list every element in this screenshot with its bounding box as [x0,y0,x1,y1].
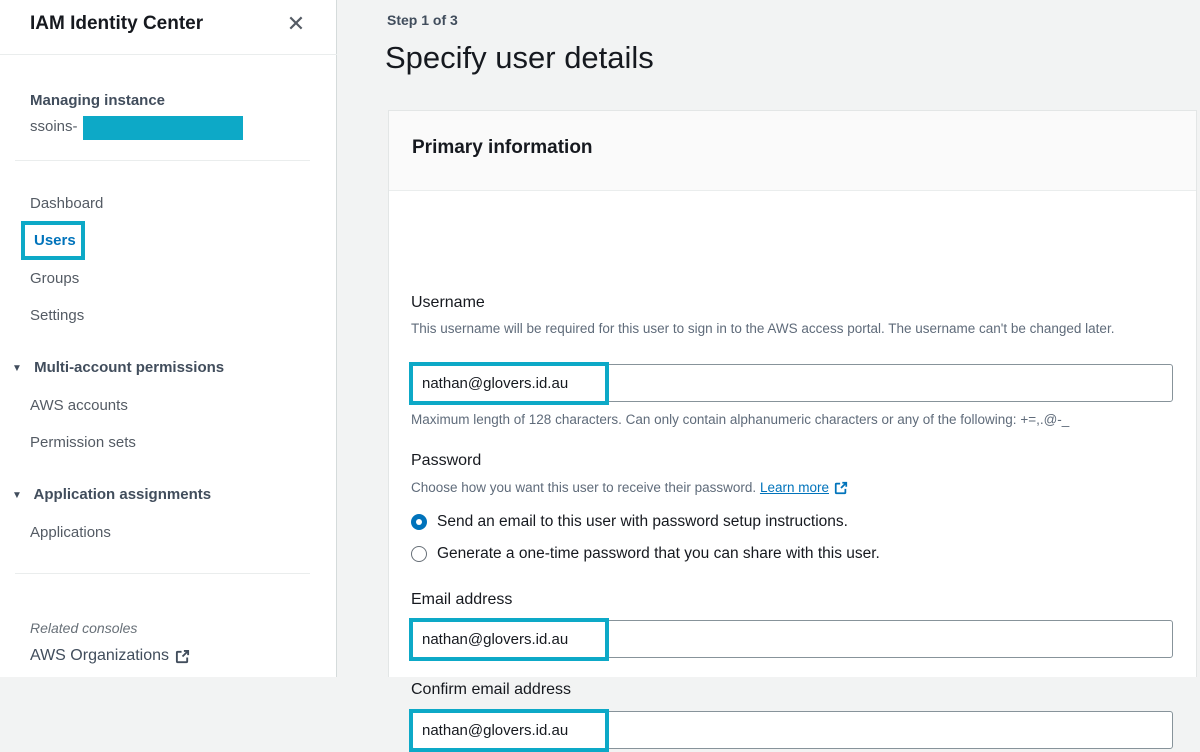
divider [15,160,310,161]
password-option-otp[interactable]: Generate a one-time password that you ca… [411,545,880,563]
sidebar-item-permission-sets[interactable]: Permission sets [30,434,136,451]
email-input[interactable] [411,620,1173,658]
password-label: Password [411,452,481,470]
sidebar-item-users[interactable]: Users [34,232,76,249]
sidebar-item-applications[interactable]: Applications [30,524,111,541]
sidebar-section-label: Application assignments [34,486,212,503]
sidebar-item-aws-accounts[interactable]: AWS accounts [30,397,128,414]
divider [15,573,310,574]
external-link-icon [834,481,849,496]
wizard-step-label: Step 1 of 3 [387,12,458,28]
password-description: Choose how you want this user to receive… [411,478,1173,498]
close-icon[interactable]: ✕ [284,12,308,36]
aws-organizations-link[interactable]: AWS Organizations [30,647,190,665]
chevron-down-icon: ▼ [12,490,22,501]
learn-more-label: Learn more [760,478,829,498]
sidebar-section-label: Multi-account permissions [34,359,224,376]
username-description: This username will be required for this … [411,319,1173,339]
aws-organizations-label: AWS Organizations [30,647,169,665]
panel-title: Primary information [412,137,593,159]
sidebar-item-settings[interactable]: Settings [30,307,84,324]
confirm-email-input[interactable] [411,711,1173,749]
sidebar-section-multi-account[interactable]: ▼ Multi-account permissions [12,359,224,376]
page-title: Specify user details [385,40,654,76]
managing-instance-label: Managing instance [30,92,165,109]
sidebar-section-application-assignments[interactable]: ▼ Application assignments [12,486,211,503]
radio-unselected-icon[interactable] [411,546,427,562]
sidebar-item-dashboard[interactable]: Dashboard [30,195,103,212]
panel-body: Username This username will be required … [389,191,1196,677]
radio-label: Send an email to this user with password… [437,513,848,531]
sidebar-title: IAM Identity Center [30,13,203,35]
related-consoles-label: Related consoles [30,620,137,636]
primary-information-panel: Primary information Username This userna… [388,110,1197,677]
email-label: Email address [411,591,512,609]
password-option-email[interactable]: Send an email to this user with password… [411,513,848,531]
redaction-block [83,116,243,140]
learn-more-link[interactable]: Learn more [760,478,849,498]
main-content: Step 1 of 3 Specify user details Primary… [338,0,1200,677]
confirm-email-label: Confirm email address [411,681,571,699]
chevron-down-icon: ▼ [12,363,22,374]
sidebar-item-groups[interactable]: Groups [30,270,79,287]
sidebar: IAM Identity Center ✕ Managing instance … [0,0,337,677]
username-input[interactable] [411,364,1173,402]
panel-header: Primary information [389,111,1196,191]
divider [0,54,337,55]
users-annotation-box: Users [21,221,85,260]
username-constraint: Maximum length of 128 characters. Can on… [411,412,1069,427]
external-link-icon [175,649,190,664]
password-description-text: Choose how you want this user to receive… [411,480,756,495]
instance-id: ssoins- [30,118,78,135]
username-label: Username [411,294,485,312]
radio-label: Generate a one-time password that you ca… [437,545,880,563]
radio-selected-icon[interactable] [411,514,427,530]
